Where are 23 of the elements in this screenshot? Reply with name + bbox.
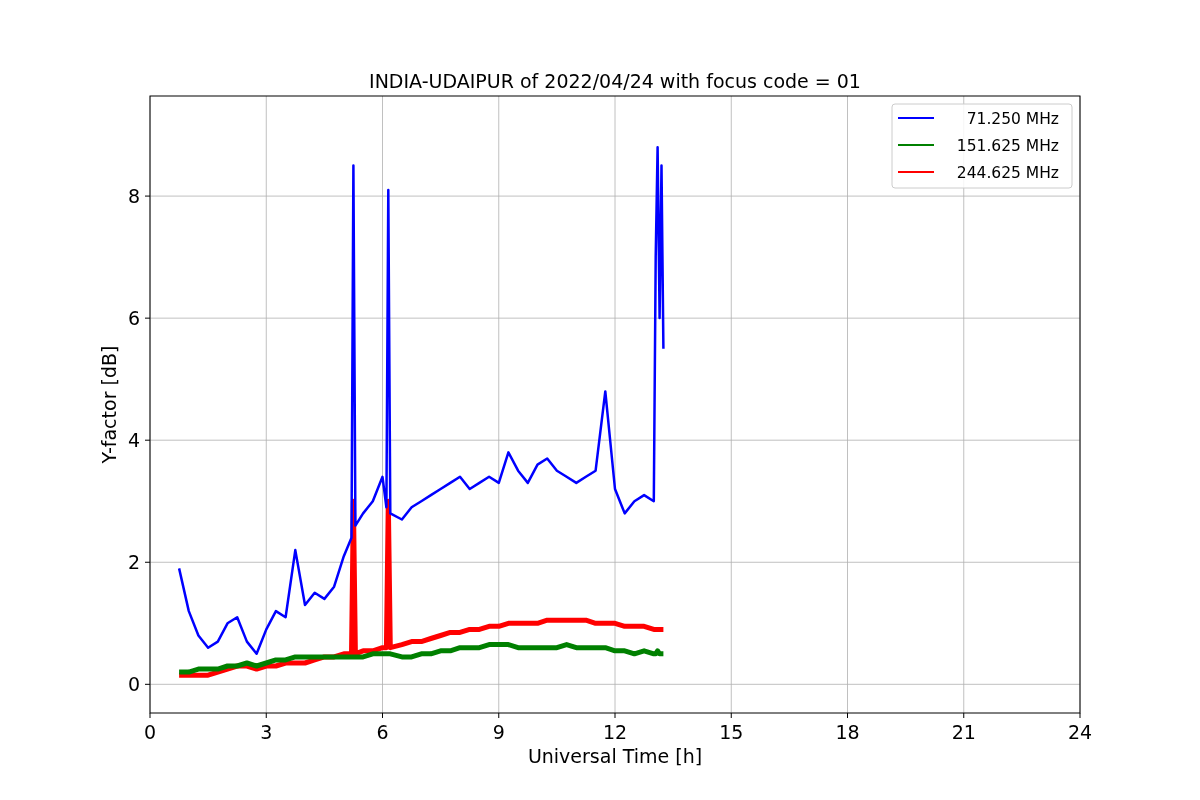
- x-tick-label: 12: [602, 721, 628, 743]
- x-tick-label: 6: [376, 721, 389, 743]
- legend-line-icon: [897, 117, 935, 119]
- y-tick-label: 0: [127, 673, 140, 696]
- x-tick-label: 15: [719, 721, 744, 743]
- x-tick-label: 18: [835, 721, 860, 743]
- legend-line-icon: [897, 171, 935, 173]
- x-tick-label: 3: [260, 721, 273, 743]
- y-tick-label: 6: [127, 307, 140, 330]
- legend-label: 71.250 MHz: [966, 110, 1059, 128]
- legend-label: 151.625 MHz: [956, 137, 1059, 155]
- x-tick-label: 24: [1067, 721, 1093, 743]
- x-axis-label: Universal Time [h]: [527, 745, 703, 767]
- chart-title: INDIA-UDAIPUR of 2022/04/24 with focus code = 01: [369, 70, 861, 92]
- legend-label: 244.625 MHz: [956, 164, 1059, 182]
- y-tick-label: 2: [127, 551, 140, 574]
- x-tick-label: 21: [951, 721, 976, 743]
- x-tick-label: 9: [492, 721, 505, 743]
- legend-line-icon: [897, 144, 935, 146]
- x-tick-label: 0: [143, 721, 157, 743]
- y-axis-label: Y-factor [dB]: [98, 345, 120, 464]
- y-tick-label: 4: [127, 429, 140, 452]
- y-tick-label: 8: [127, 185, 140, 208]
